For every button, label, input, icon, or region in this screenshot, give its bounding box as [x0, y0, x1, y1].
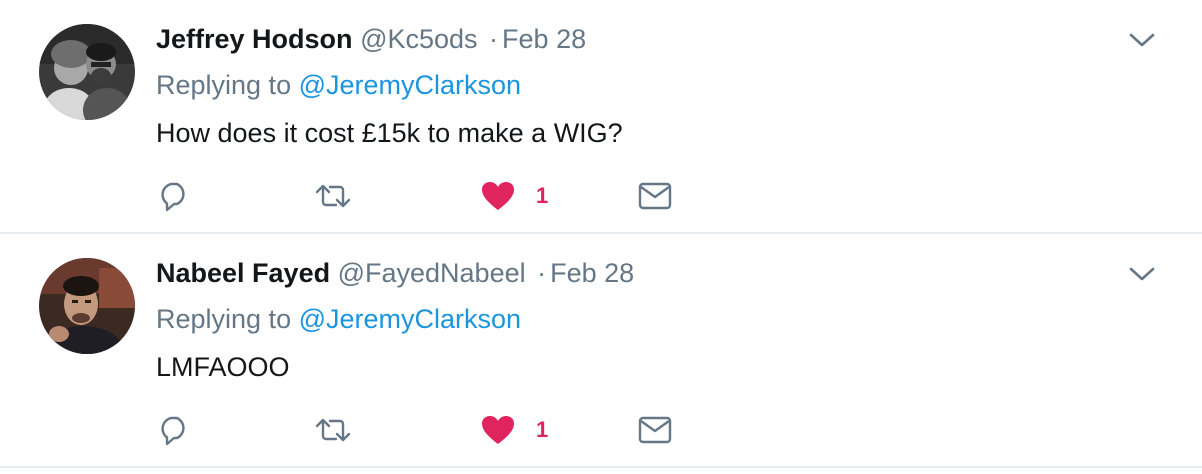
- tweet-actions: 1: [156, 176, 716, 216]
- envelope-icon: [638, 415, 672, 445]
- retweet-button[interactable]: [314, 410, 352, 450]
- author-username[interactable]: @Kc5ods: [360, 24, 477, 54]
- tweet-timestamp[interactable]: Feb 28: [502, 24, 586, 54]
- avatar[interactable]: [39, 258, 135, 354]
- separator-dot: ·: [489, 24, 499, 54]
- tweet-item[interactable]: Jeffrey Hodson @Kc5ods · Feb 28 Replying …: [0, 0, 1202, 234]
- heart-icon: [480, 180, 516, 212]
- avatar[interactable]: [39, 24, 135, 120]
- replying-to-mention-link[interactable]: @JeremyClarkson: [299, 304, 521, 334]
- replying-to-mention-link[interactable]: @JeremyClarkson: [299, 70, 521, 100]
- chevron-down-icon[interactable]: [1128, 30, 1156, 50]
- like-button[interactable]: 1: [480, 176, 548, 216]
- like-button[interactable]: 1: [480, 410, 548, 450]
- tweet-header: Nabeel Fayed @FayedNabeel · Feb 28: [156, 256, 634, 290]
- replying-to-label: Replying to: [156, 70, 292, 100]
- direct-message-button[interactable]: [638, 410, 672, 450]
- tweet-text: LMFAOOO: [156, 352, 290, 382]
- retweet-button[interactable]: [314, 176, 352, 216]
- retweet-icon: [314, 414, 352, 446]
- like-count: 1: [536, 183, 549, 208]
- author-username[interactable]: @FayedNabeel: [338, 258, 526, 288]
- separator-dot: ·: [537, 258, 547, 288]
- author-fullname[interactable]: Nabeel Fayed: [156, 258, 330, 288]
- replies-timeline: Jeffrey Hodson @Kc5ods · Feb 28 Replying …: [0, 0, 1202, 474]
- heart-icon: [480, 414, 516, 446]
- tweet-header: Jeffrey Hodson @Kc5ods · Feb 28: [156, 22, 586, 56]
- replying-to-context: Replying to @JeremyClarkson: [156, 68, 521, 102]
- reply-button[interactable]: [158, 176, 190, 216]
- tweet-item[interactable]: Nabeel Fayed @FayedNabeel · Feb 28 Replyi…: [0, 234, 1202, 468]
- reply-icon: [158, 414, 190, 446]
- reply-button[interactable]: [158, 410, 190, 450]
- tweet-text: How does it cost £15k to make a WIG?: [156, 118, 623, 148]
- replying-to-label: Replying to: [156, 304, 292, 334]
- direct-message-button[interactable]: [638, 176, 672, 216]
- reply-icon: [158, 180, 190, 212]
- tweet-actions: 1: [156, 410, 716, 450]
- author-fullname[interactable]: Jeffrey Hodson: [156, 24, 353, 54]
- replying-to-context: Replying to @JeremyClarkson: [156, 302, 521, 336]
- tweet-timestamp[interactable]: Feb 28: [550, 258, 634, 288]
- envelope-icon: [638, 181, 672, 211]
- chevron-down-icon[interactable]: [1128, 264, 1156, 284]
- like-count: 1: [536, 417, 549, 442]
- retweet-icon: [314, 180, 352, 212]
